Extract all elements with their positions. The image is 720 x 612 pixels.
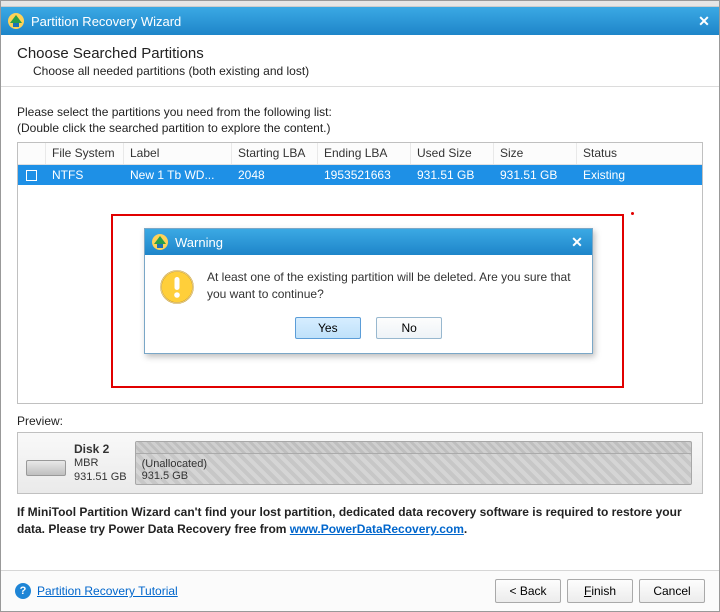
checkbox-icon[interactable] bbox=[26, 170, 37, 181]
dialog-titlebar: Warning ✕ bbox=[145, 229, 592, 255]
cell-starting-lba: 2048 bbox=[232, 165, 318, 185]
page-title: Choose Searched Partitions bbox=[17, 45, 703, 62]
finish-button[interactable]: Finish bbox=[567, 579, 633, 603]
wizard-window: Partition Recovery Wizard ✕ Choose Searc… bbox=[0, 0, 720, 612]
cancel-button[interactable]: Cancel bbox=[639, 579, 705, 603]
col-used-size[interactable]: Used Size bbox=[411, 143, 494, 164]
col-ending-lba[interactable]: Ending LBA bbox=[318, 143, 411, 164]
disk-info: Disk 2 MBR 931.51 GB bbox=[18, 433, 135, 493]
window-title: Partition Recovery Wizard bbox=[31, 14, 691, 29]
space-size: 931.5 GB bbox=[142, 470, 207, 482]
table-row[interactable]: NTFS New 1 Tb WD... 2048 1953521663 931.… bbox=[18, 165, 702, 185]
finish-label: inish bbox=[591, 584, 616, 598]
instruction-line-2: (Double click the searched partition to … bbox=[17, 120, 703, 136]
cell-label: New 1 Tb WD... bbox=[124, 165, 232, 185]
disk-icon bbox=[26, 460, 66, 476]
dialog-message: At least one of the existing partition w… bbox=[207, 269, 578, 305]
cell-used-size: 931.51 GB bbox=[411, 165, 494, 185]
dialog-buttons: Yes No bbox=[145, 315, 592, 353]
page-subtitle: Choose all needed partitions (both exist… bbox=[33, 64, 703, 78]
close-icon[interactable]: ✕ bbox=[691, 10, 717, 32]
titlebar: Partition Recovery Wizard ✕ bbox=[1, 7, 719, 35]
help-icon[interactable]: ? bbox=[15, 583, 31, 599]
note-text: If MiniTool Partition Wizard can't find … bbox=[17, 504, 703, 538]
cell-file-system: NTFS bbox=[46, 165, 124, 185]
col-file-system[interactable]: File System bbox=[46, 143, 124, 164]
tutorial-link[interactable]: Partition Recovery Tutorial bbox=[37, 584, 178, 598]
cell-status: Existing bbox=[577, 165, 702, 185]
col-status[interactable]: Status bbox=[577, 143, 702, 164]
preview-label: Preview: bbox=[17, 414, 703, 428]
dialog-body: At least one of the existing partition w… bbox=[145, 255, 592, 315]
disk-type: MBR bbox=[74, 457, 127, 471]
cancel-label: Cancel bbox=[653, 584, 690, 598]
disk-size: 931.51 GB bbox=[74, 471, 127, 485]
disk-meta: Disk 2 MBR 931.51 GB bbox=[74, 442, 127, 485]
dialog-title: Warning bbox=[175, 235, 566, 250]
dialog-app-icon bbox=[151, 233, 169, 251]
space-label: (Unallocated) bbox=[142, 458, 207, 470]
col-size[interactable]: Size bbox=[494, 143, 577, 164]
grid-header: File System Label Starting LBA Ending LB… bbox=[18, 143, 702, 165]
cell-ending-lba: 1953521663 bbox=[318, 165, 411, 185]
instructions: Please select the partitions you need fr… bbox=[17, 104, 703, 136]
preview-panel: Disk 2 MBR 931.51 GB (Unallocated) 931.5… bbox=[17, 432, 703, 494]
footer: ? Partition Recovery Tutorial < Back Fin… bbox=[1, 570, 719, 611]
col-starting-lba[interactable]: Starting LBA bbox=[232, 143, 318, 164]
partition-grid: File System Label Starting LBA Ending LB… bbox=[17, 142, 703, 404]
disk-name: Disk 2 bbox=[74, 442, 127, 457]
instruction-line-1: Please select the partitions you need fr… bbox=[17, 104, 703, 120]
back-label: < Back bbox=[509, 584, 546, 598]
yes-button[interactable]: Yes bbox=[295, 317, 361, 339]
divider bbox=[1, 86, 719, 88]
cell-size: 931.51 GB bbox=[494, 165, 577, 185]
note-suffix: . bbox=[464, 522, 467, 536]
col-label[interactable]: Label bbox=[124, 143, 232, 164]
row-checkbox-cell[interactable] bbox=[18, 165, 46, 185]
col-checkbox[interactable] bbox=[18, 143, 46, 164]
dialog-close-icon[interactable]: ✕ bbox=[566, 234, 588, 251]
warning-dialog: Warning ✕ At least one of the existing p… bbox=[144, 228, 593, 354]
power-data-recovery-link[interactable]: www.PowerDataRecovery.com bbox=[290, 522, 464, 536]
warning-icon bbox=[159, 269, 195, 305]
space-bar-top bbox=[136, 442, 691, 454]
disk-meta-left bbox=[26, 450, 66, 476]
app-icon bbox=[7, 12, 25, 30]
back-button[interactable]: < Back bbox=[495, 579, 561, 603]
no-button[interactable]: No bbox=[376, 317, 442, 339]
unallocated-space[interactable]: (Unallocated) 931.5 GB bbox=[135, 441, 692, 485]
help-area: ? Partition Recovery Tutorial bbox=[15, 583, 178, 599]
annotation-dot bbox=[631, 212, 634, 215]
content-area: Choose Searched Partitions Choose all ne… bbox=[1, 35, 719, 570]
space-labels: (Unallocated) 931.5 GB bbox=[142, 458, 207, 482]
